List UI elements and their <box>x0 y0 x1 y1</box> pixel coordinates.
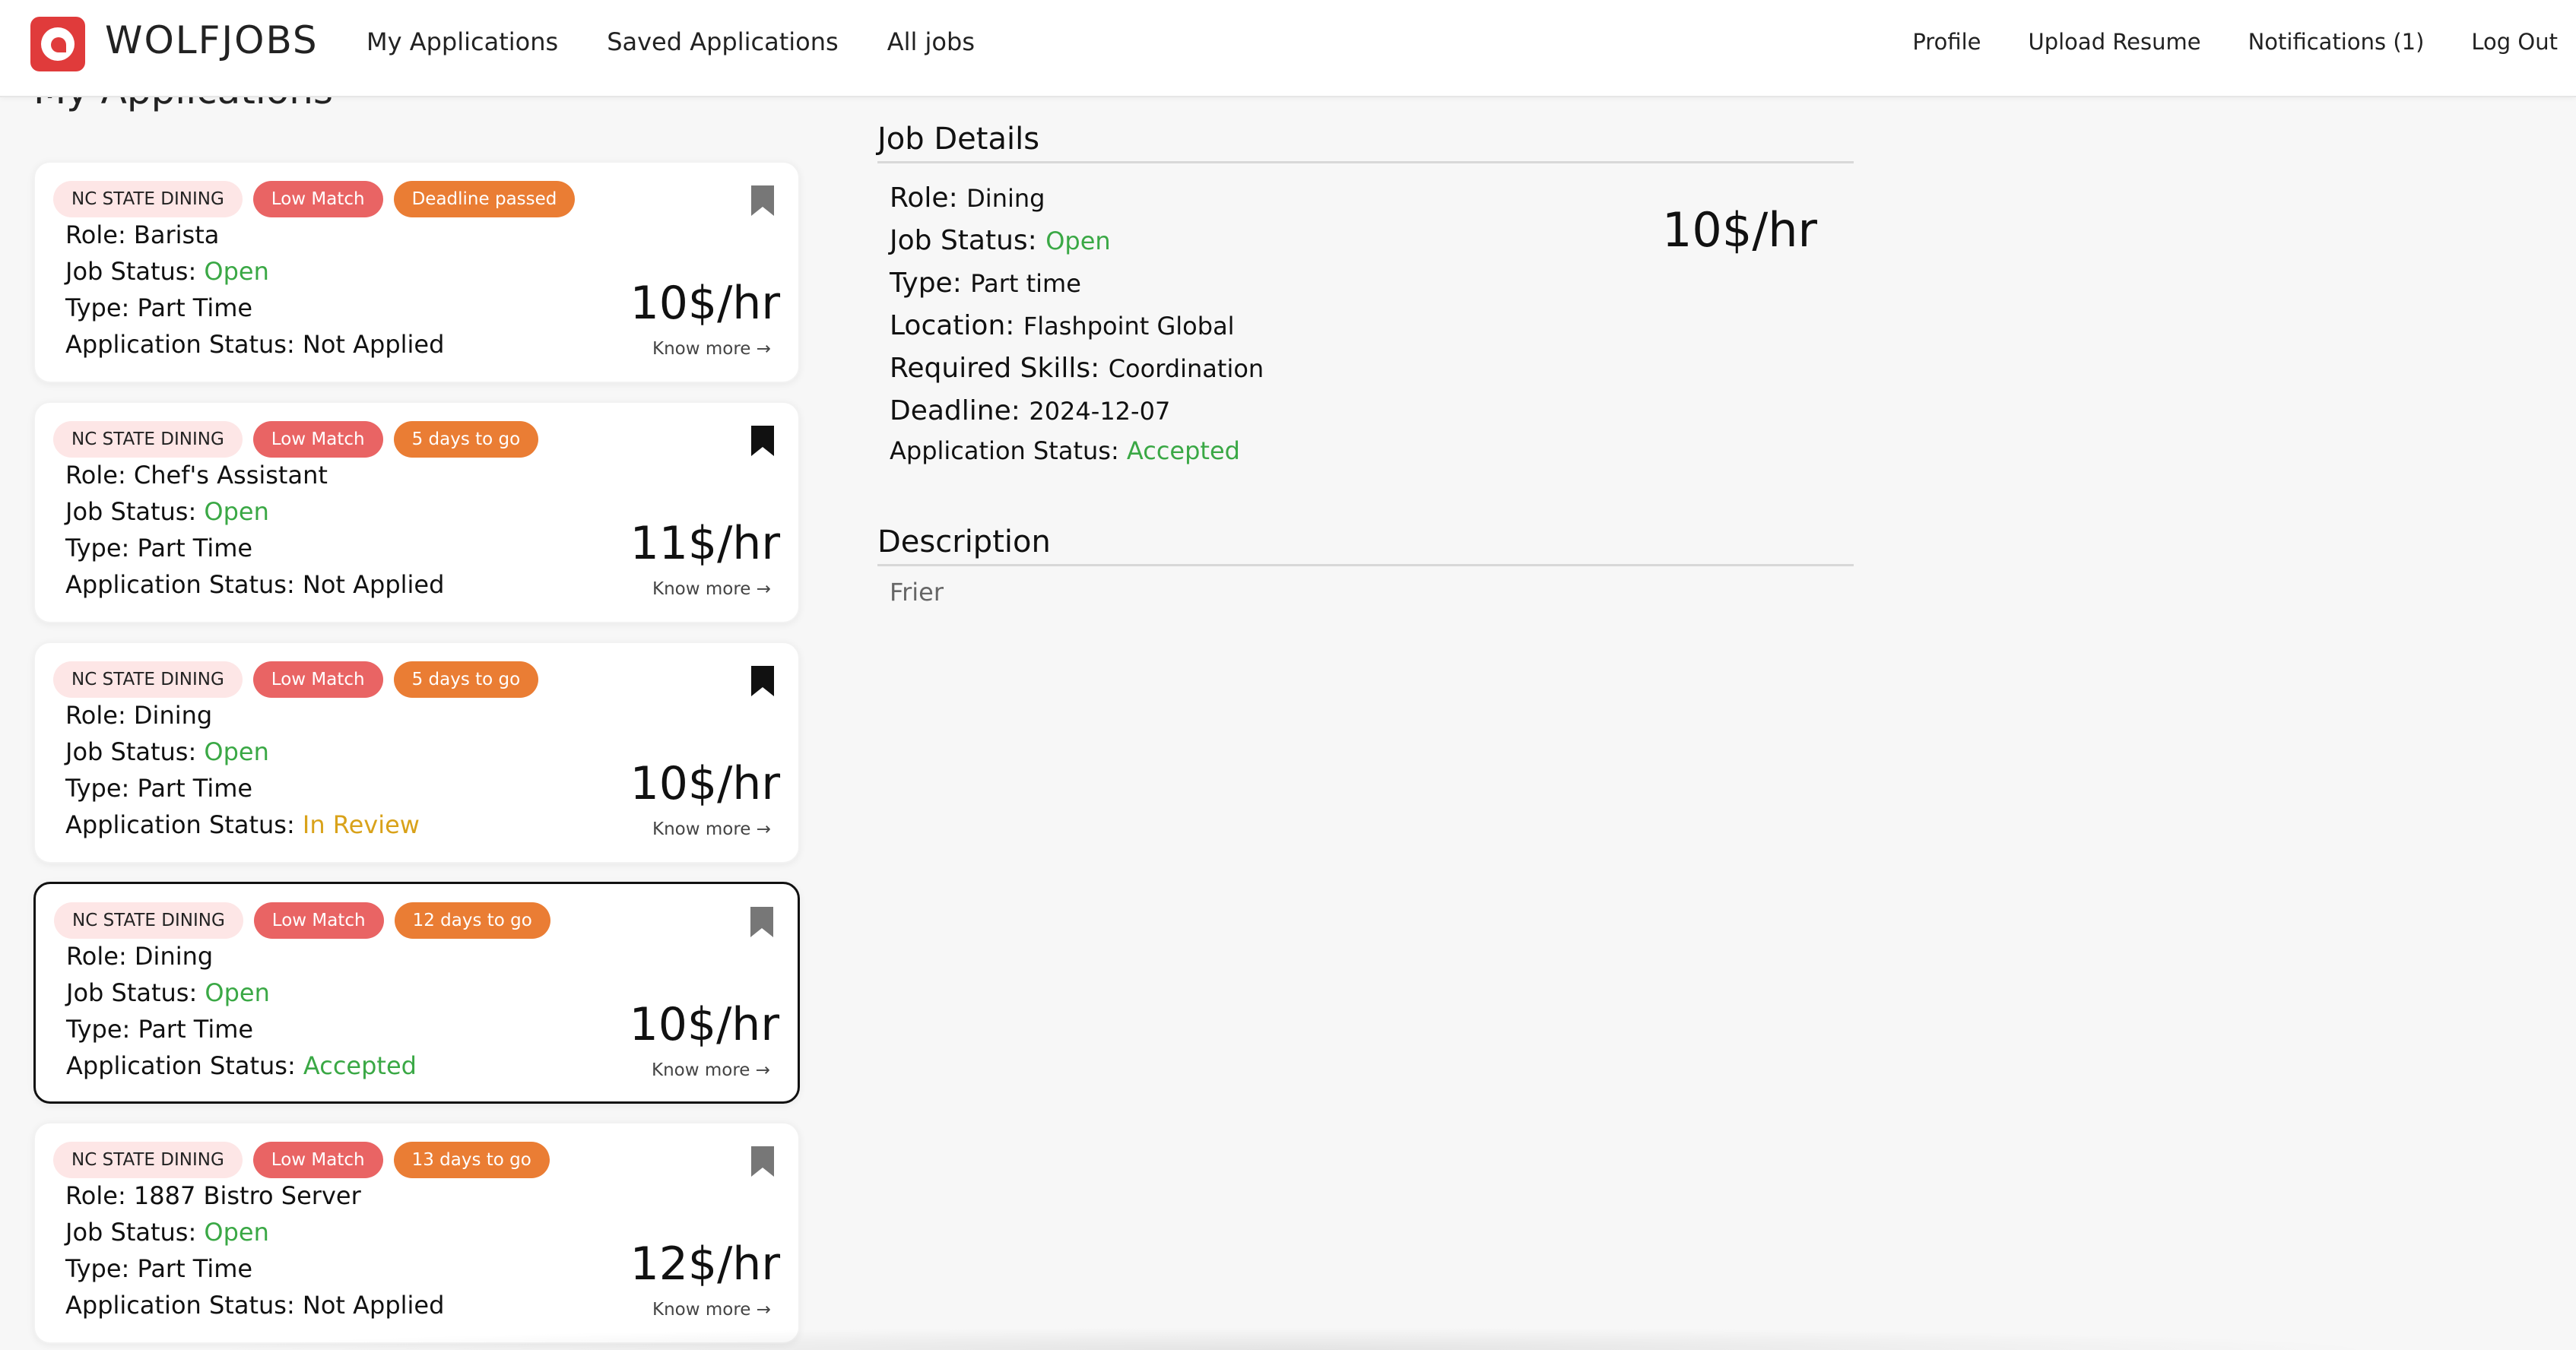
application-card[interactable]: NC STATE DINING Low Match 13 days to go Rol… <box>33 1122 800 1344</box>
card-application-status: Application Status: Not Applied <box>65 1291 445 1320</box>
know-more-link[interactable]: Know more → <box>652 819 771 839</box>
nav-right-links: Profile Upload Resume Notifications (1) … <box>1912 29 2558 55</box>
card-job-status: Job Status: Open <box>65 497 269 526</box>
description-text: Frier <box>890 578 944 607</box>
job-details-heading: Job Details <box>877 122 1854 163</box>
card-badges: NC STATE DINING Low Match 5 days to go <box>53 661 539 698</box>
nav-saved-applications[interactable]: Saved Applications <box>607 27 839 56</box>
bookmark-icon[interactable] <box>750 664 776 698</box>
card-role: Role: Dining <box>65 701 213 730</box>
card-pay: 12$/hr <box>630 1238 780 1291</box>
deadline-badge: 5 days to go <box>393 421 539 458</box>
card-pay: 10$/hr <box>629 998 779 1051</box>
bookmark-icon[interactable] <box>750 1145 776 1178</box>
detail-role: Role: Dining <box>890 182 1045 214</box>
card-badges: NC STATE DINING Low Match Deadline passed <box>53 181 576 217</box>
card-pay: 10$/hr <box>630 757 780 810</box>
company-badge: NC STATE DINING <box>54 902 243 939</box>
bottom-shadow <box>190 1327 2395 1350</box>
know-more-link[interactable]: Know more → <box>652 1060 770 1080</box>
application-card[interactable]: NC STATE DINING Low Match 12 days to go Rol… <box>33 882 800 1104</box>
match-badge: Low Match <box>252 181 383 217</box>
detail-location: Location: Flashpoint Global <box>890 310 1235 341</box>
card-badges: NC STATE DINING Low Match 13 days to go <box>53 1142 550 1178</box>
match-badge: Low Match <box>252 1142 383 1178</box>
card-role: Role: Chef's Assistant <box>65 461 328 490</box>
job-details-panel: Job Details Role: Dining Job Status: Ope… <box>877 122 1854 607</box>
card-application-status: Application Status: Not Applied <box>65 330 445 359</box>
nav-notifications[interactable]: Notifications (1) <box>2248 29 2425 55</box>
know-more-link[interactable]: Know more → <box>652 1300 771 1320</box>
detail-pay: 10$/hr <box>1661 202 1817 258</box>
detail-job-status: Job Status: Open <box>890 225 1111 256</box>
card-type: Type: Part Time <box>65 774 253 803</box>
nav-all-jobs[interactable]: All jobs <box>887 27 975 56</box>
application-card[interactable]: NC STATE DINING Low Match 5 days to go Role… <box>33 401 800 623</box>
application-card[interactable]: NC STATE DINING Low Match 5 days to go Role… <box>33 642 800 864</box>
know-more-link[interactable]: Know more → <box>652 579 771 599</box>
company-badge: NC STATE DINING <box>53 661 243 698</box>
nav-upload-resume[interactable]: Upload Resume <box>2028 29 2200 55</box>
bookmark-icon[interactable] <box>749 905 775 939</box>
card-job-status: Job Status: Open <box>66 978 270 1007</box>
card-pay: 11$/hr <box>630 517 780 570</box>
deadline-badge: 12 days to go <box>394 902 550 939</box>
company-badge: NC STATE DINING <box>53 421 243 458</box>
card-pay: 10$/hr <box>630 277 780 330</box>
card-role: Role: Barista <box>65 220 220 249</box>
nav-profile[interactable]: Profile <box>1912 29 1981 55</box>
card-job-status: Job Status: Open <box>65 737 269 766</box>
wolfjobs-logo-icon[interactable] <box>30 17 85 71</box>
card-type: Type: Part Time <box>65 534 253 562</box>
application-card[interactable]: NC STATE DINING Low Match Deadline passed R… <box>33 161 800 383</box>
card-type: Type: Part Time <box>65 1254 253 1283</box>
company-badge: NC STATE DINING <box>53 181 243 217</box>
card-job-status: Job Status: Open <box>65 257 269 286</box>
match-badge: Low Match <box>253 902 384 939</box>
match-badge: Low Match <box>252 421 383 458</box>
card-application-status: Application Status: Accepted <box>66 1051 417 1080</box>
card-badges: NC STATE DINING Low Match 12 days to go <box>54 902 550 939</box>
detail-type: Type: Part time <box>890 268 1081 299</box>
company-badge: NC STATE DINING <box>53 1142 243 1178</box>
card-role: Role: 1887 Bistro Server <box>65 1181 361 1210</box>
card-job-status: Job Status: Open <box>65 1218 269 1247</box>
nav-log-out[interactable]: Log Out <box>2471 29 2558 55</box>
bookmark-icon[interactable] <box>750 184 776 217</box>
brand-name[interactable]: WOLFJOBS <box>105 18 319 62</box>
deadline-badge: 5 days to go <box>393 661 539 698</box>
card-application-status: Application Status: Not Applied <box>65 570 445 599</box>
card-type: Type: Part Time <box>65 293 253 322</box>
detail-required-skills: Required Skills: Coordination <box>890 353 1264 384</box>
card-badges: NC STATE DINING Low Match 5 days to go <box>53 421 539 458</box>
bookmark-icon[interactable] <box>750 424 776 458</box>
detail-application-status: Application Status: Accepted <box>890 436 1240 465</box>
know-more-link[interactable]: Know more → <box>652 339 771 359</box>
card-role: Role: Dining <box>66 942 214 971</box>
nav-my-applications[interactable]: My Applications <box>366 27 558 56</box>
nav-left-links: My Applications Saved Applications All j… <box>366 27 975 56</box>
deadline-badge: 13 days to go <box>393 1142 550 1178</box>
card-type: Type: Part Time <box>66 1015 254 1044</box>
top-navbar: WOLFJOBS My Applications Saved Applicati… <box>0 0 2576 97</box>
card-application-status: Application Status: In Review <box>65 810 420 839</box>
detail-deadline: Deadline: 2024-12-07 <box>890 395 1171 426</box>
description-heading: Description <box>877 524 1854 566</box>
deadline-badge: Deadline passed <box>393 181 576 217</box>
match-badge: Low Match <box>252 661 383 698</box>
